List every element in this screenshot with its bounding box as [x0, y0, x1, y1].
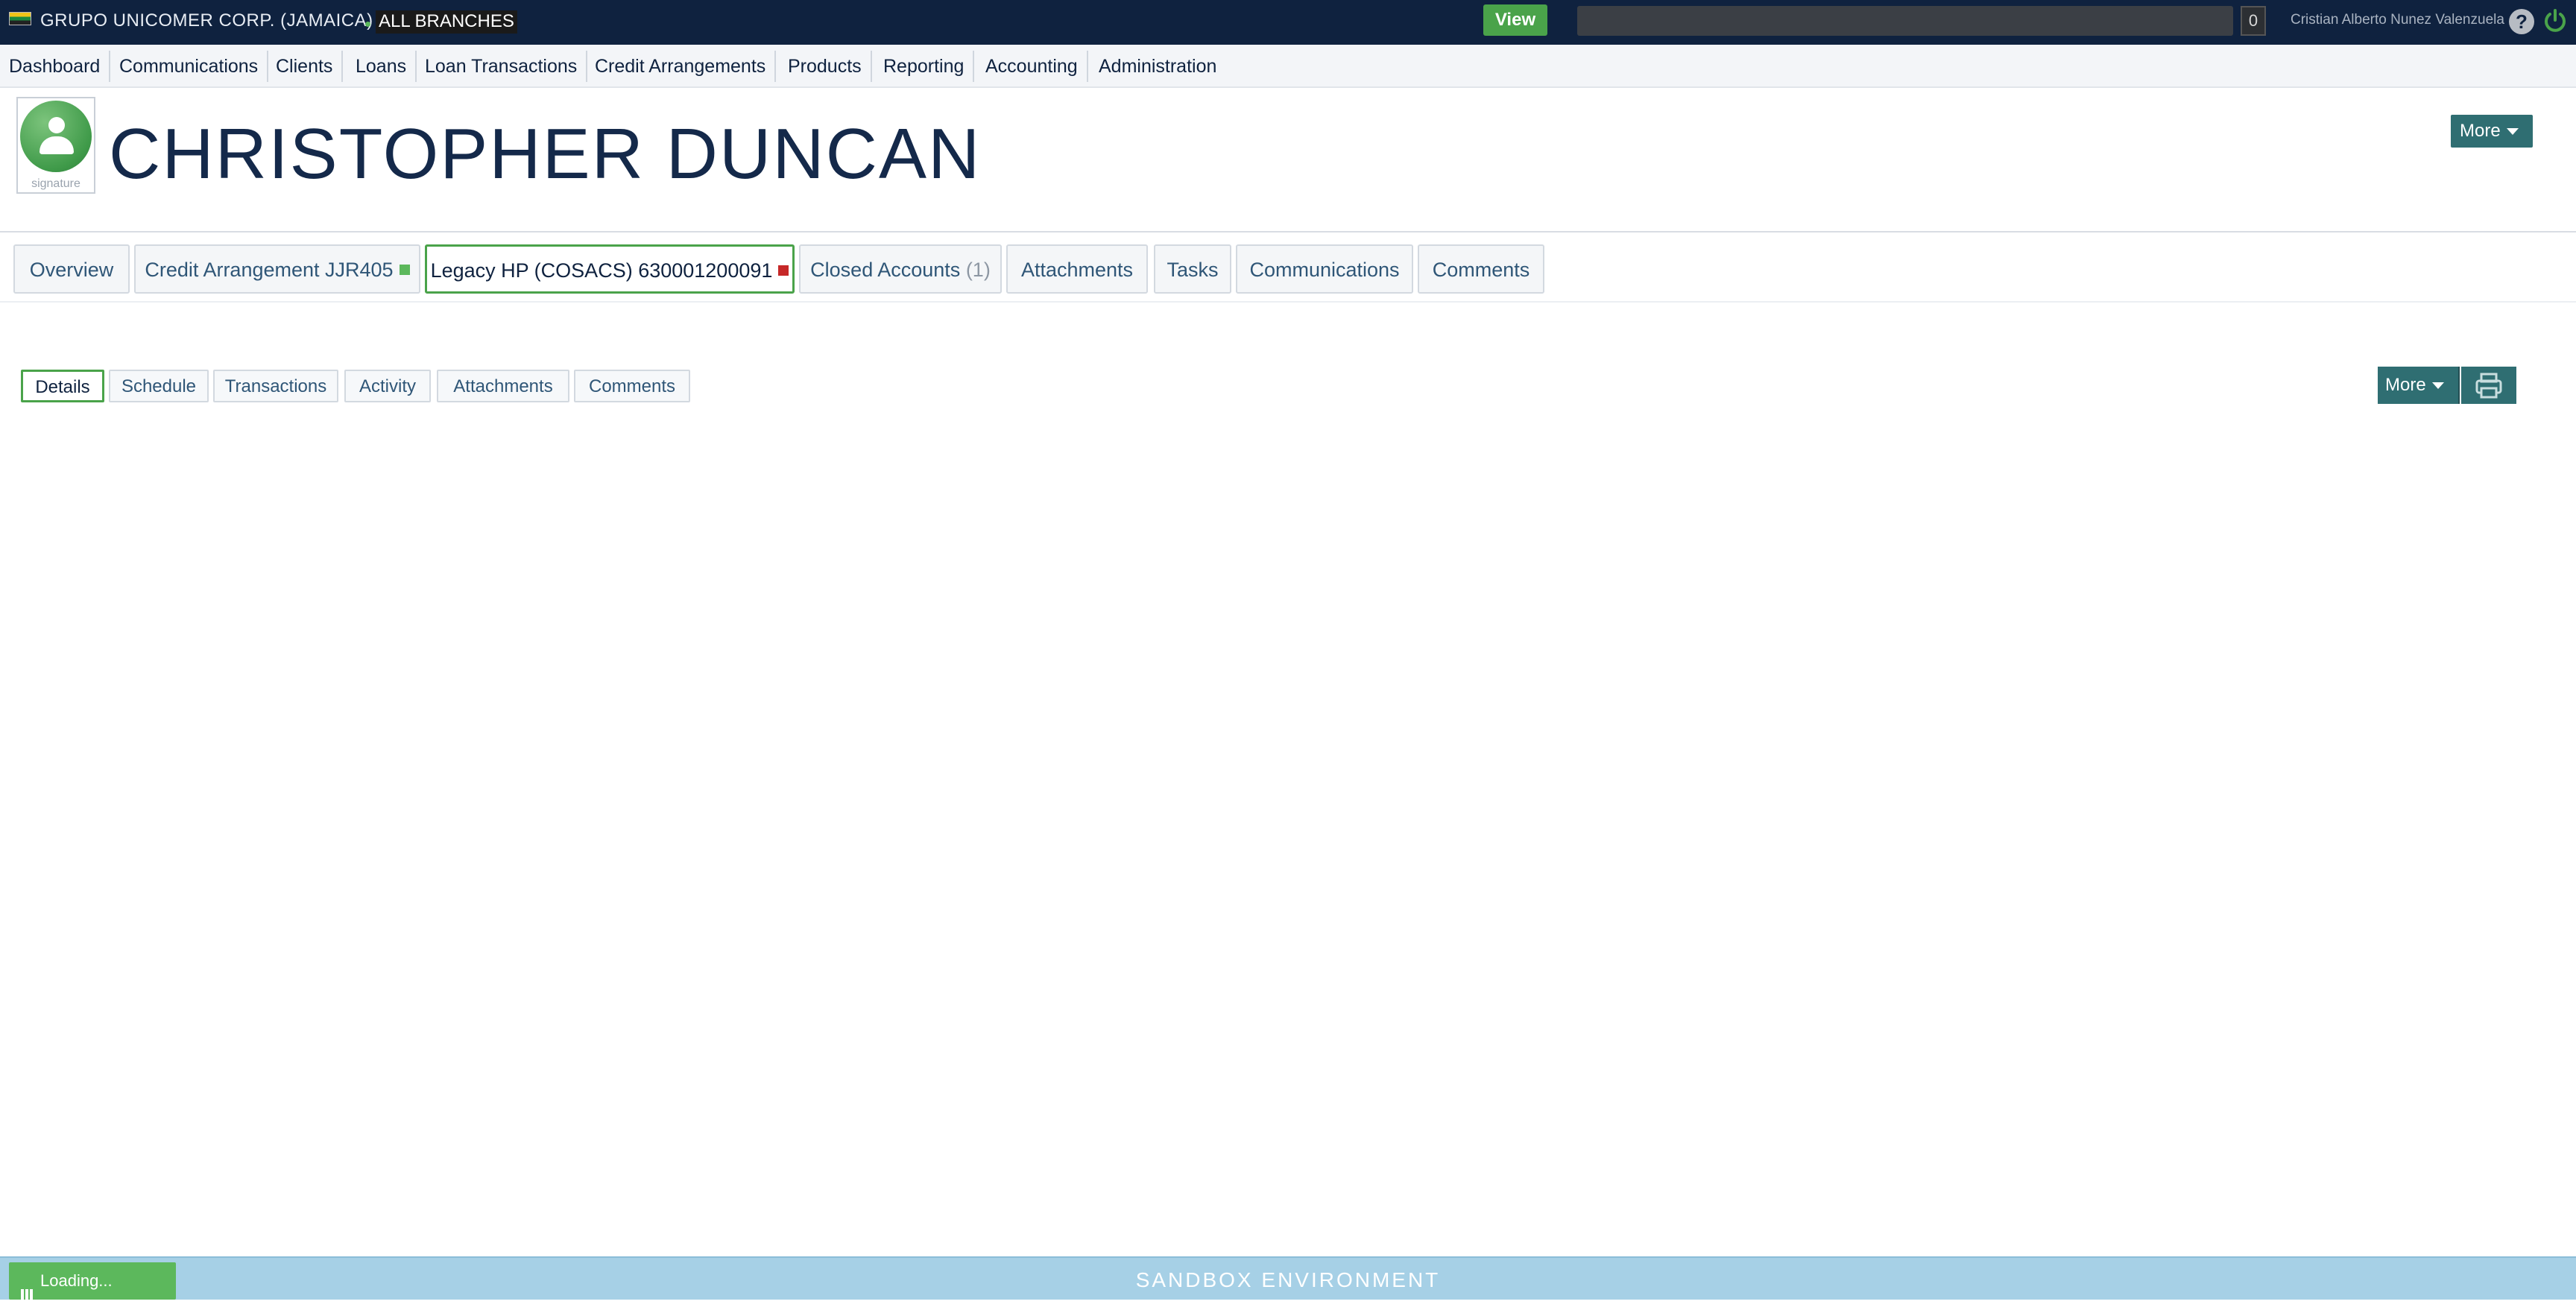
notification-count[interactable]: 0: [2241, 6, 2266, 36]
nav-communications[interactable]: Communications: [110, 51, 269, 82]
closed-accounts-count: (1): [965, 259, 991, 281]
subtab-transactions[interactable]: Transactions: [213, 370, 338, 402]
signature-label[interactable]: signature: [18, 177, 94, 191]
tab-label: Legacy HP (COSACS) 630001200091: [430, 259, 773, 282]
tab-label: Closed Accounts: [810, 259, 961, 281]
nav-accounting[interactable]: Accounting: [976, 51, 1088, 82]
nav-clients[interactable]: Clients: [267, 51, 344, 82]
client-more-button[interactable]: More: [2451, 115, 2533, 148]
subtab-activity[interactable]: Activity: [344, 370, 431, 402]
tab-communications[interactable]: Communications: [1236, 244, 1413, 294]
top-bar: GRUPO UNICOMER CORP. (JAMAICA) ALL BRANC…: [0, 0, 2576, 45]
tab-label: Credit Arrangement JJR405: [145, 259, 394, 281]
caret-down-icon: [2506, 128, 2519, 136]
nav-reporting[interactable]: Reporting: [874, 51, 975, 82]
tab-tasks[interactable]: Tasks: [1154, 244, 1231, 294]
nav-loan-transactions[interactable]: Loan Transactions: [416, 51, 588, 82]
client-avatar[interactable]: signature: [16, 97, 95, 194]
company-name: GRUPO UNICOMER CORP. (JAMAICA): [40, 10, 373, 31]
main-navigation: Dashboard Communications Clients Loans L…: [0, 45, 2576, 88]
subtab-attachments[interactable]: Attachments: [437, 370, 569, 402]
tab-credit-arrangement[interactable]: Credit Arrangement JJR405: [134, 244, 420, 294]
tabs-divider: [0, 301, 2576, 303]
inactive-status-icon: [778, 265, 789, 276]
header-divider: [0, 231, 2576, 232]
loading-bars-icon: [21, 1276, 36, 1300]
environment-label: SANDBOX ENVIRONMENT: [1135, 1268, 1441, 1291]
subtab-schedule[interactable]: Schedule: [109, 370, 209, 402]
nav-loans[interactable]: Loans: [347, 51, 417, 82]
loading-indicator: Loading...: [9, 1262, 176, 1300]
user-name[interactable]: Cristian Alberto Nunez Valenzuela: [2291, 12, 2504, 28]
tab-overview[interactable]: Overview: [13, 244, 130, 294]
more-label: More: [2460, 121, 2501, 141]
environment-footer: SANDBOX ENVIRONMENT Loading...: [0, 1256, 2576, 1300]
search-input[interactable]: [1577, 6, 2233, 36]
nav-products[interactable]: Products: [779, 51, 872, 82]
tab-attachments[interactable]: Attachments: [1006, 244, 1148, 294]
loading-label: Loading...: [40, 1271, 113, 1290]
help-icon[interactable]: ?: [2509, 9, 2534, 34]
print-button[interactable]: [2461, 367, 2516, 404]
nav-dashboard[interactable]: Dashboard: [0, 51, 111, 82]
tab-legacy-hp[interactable]: Legacy HP (COSACS) 630001200091: [425, 244, 795, 294]
printer-icon: [2475, 373, 2502, 399]
jamaica-flag-icon: [9, 12, 31, 25]
tab-closed-accounts[interactable]: Closed Accounts (1): [799, 244, 1002, 294]
power-icon[interactable]: [2542, 7, 2569, 34]
user-avatar-icon: [20, 101, 92, 172]
nav-administration[interactable]: Administration: [1090, 51, 1225, 82]
nav-credit-arrangements[interactable]: Credit Arrangements: [586, 51, 777, 82]
subtab-details[interactable]: Details: [21, 370, 104, 402]
branch-selector[interactable]: ALL BRANCHES: [376, 10, 517, 34]
subtab-comments[interactable]: Comments: [574, 370, 690, 402]
active-status-icon: [399, 264, 410, 275]
client-name: CHRISTOPHER DUNCAN: [109, 114, 982, 194]
branch-status-dot: [365, 22, 370, 27]
view-button[interactable]: View: [1483, 4, 1547, 36]
caret-down-icon: [2431, 382, 2444, 390]
tab-comments[interactable]: Comments: [1418, 244, 1544, 294]
more-label: More: [2385, 375, 2426, 395]
account-more-button[interactable]: More: [2378, 367, 2460, 404]
